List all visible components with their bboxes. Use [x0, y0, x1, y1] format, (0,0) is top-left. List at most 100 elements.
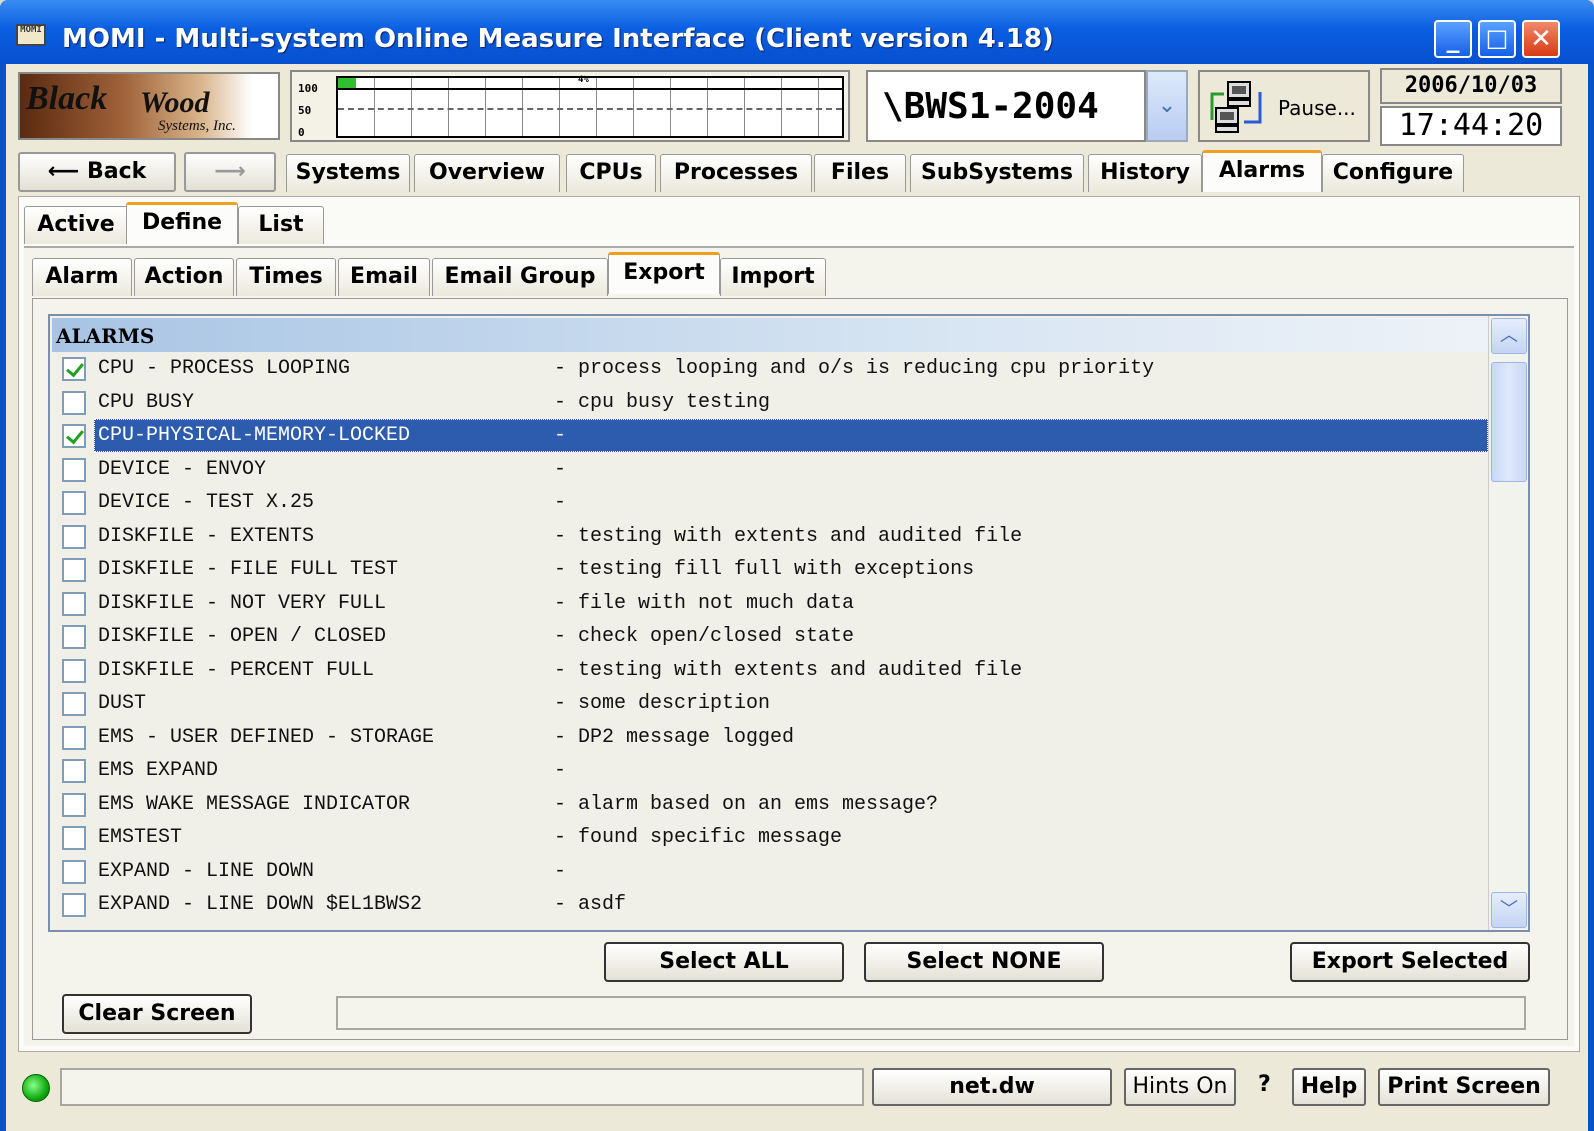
alarm-checkbox[interactable]	[62, 725, 86, 750]
alarm-checkbox[interactable]	[62, 759, 86, 783]
clear-screen-button[interactable]: Clear Screen	[62, 994, 252, 1034]
system-dropdown-button[interactable]: ⌄	[1146, 70, 1188, 142]
alarm-checkbox[interactable]	[62, 692, 86, 716]
title-bar[interactable]: MOMI MOMI - Multi-system Online Measure …	[0, 0, 1594, 64]
tab-overview[interactable]: Overview	[414, 154, 560, 192]
export-selected-button[interactable]: Export Selected	[1290, 942, 1530, 982]
tab-subsystems[interactable]: SubSystems	[910, 154, 1084, 192]
tab-list[interactable]: List	[238, 206, 324, 244]
alarm-checkbox[interactable]	[62, 792, 86, 817]
list-item[interactable]: DEVICE - ENVOY -	[52, 453, 1488, 486]
alarm-checkbox[interactable]	[62, 558, 86, 582]
tab-configure[interactable]: Configure	[1322, 154, 1464, 192]
alarm-description: - found specific message	[554, 826, 843, 849]
alarm-description: - DP2 message logged	[554, 725, 795, 749]
alarm-description: - testing fill full with exceptions	[554, 558, 975, 581]
tab-alarm[interactable]: Alarm	[32, 258, 132, 296]
alarm-description: -	[554, 859, 567, 883]
tab-import[interactable]: Import	[720, 258, 826, 296]
alarm-checkbox[interactable]	[62, 658, 86, 683]
tab-email-group[interactable]: Email Group	[432, 258, 608, 296]
tab-action[interactable]: Action	[134, 258, 234, 296]
list-item[interactable]: DEVICE - TEST X.25 -	[52, 486, 1488, 519]
list-item[interactable]: EXPAND - LINE DOWN -	[52, 855, 1488, 888]
logo-text-3: Systems, Inc.	[158, 118, 236, 134]
back-arrow-icon: ⟵	[47, 159, 80, 184]
y-label-100: 100	[298, 82, 318, 95]
tab-systems[interactable]: Systems	[286, 154, 410, 192]
list-item[interactable]: DISKFILE - PERCENT FULL - testing with ex…	[52, 654, 1488, 687]
scroll-up-button[interactable]: ︿	[1491, 318, 1527, 354]
hints-toggle[interactable]: Hints On	[1124, 1068, 1236, 1106]
system-name[interactable]: \BWS1-2004	[866, 70, 1146, 142]
message-field	[336, 996, 1526, 1030]
tab-history[interactable]: History	[1088, 154, 1202, 192]
print-screen-button[interactable]: Print Screen	[1378, 1068, 1550, 1106]
tab-cpus[interactable]: CPUs	[566, 154, 656, 192]
list-item[interactable]: EMS - USER DEFINED - STORAGE - DP2 messag…	[52, 721, 1488, 754]
tab-times[interactable]: Times	[236, 258, 336, 296]
minimize-button[interactable]: _	[1434, 20, 1472, 58]
alarm-description: - some description	[554, 692, 771, 715]
logo-text-2: Wood	[140, 86, 210, 119]
list-item[interactable]: DISKFILE - OPEN / CLOSED - check open/clo…	[52, 620, 1488, 653]
tab-active[interactable]: Active	[24, 206, 128, 244]
alarms-list[interactable]: ALARMS CPU - PROCESS LOOPING - process lo…	[48, 314, 1530, 932]
list-item[interactable]: DISKFILE - FILE FULL TEST - testing fill …	[52, 553, 1488, 586]
alarm-checkbox[interactable]	[62, 826, 86, 850]
list-item[interactable]: DISKFILE - NOT VERY FULL - file with not …	[52, 587, 1488, 620]
alarm-checkbox[interactable]	[62, 625, 86, 649]
list-item[interactable]: CPU BUSY - cpu busy testing	[52, 386, 1488, 419]
select-none-button[interactable]: Select NONE	[864, 942, 1104, 982]
list-item[interactable]: DUST - some description	[52, 687, 1488, 720]
server-button[interactable]: net.dw	[872, 1068, 1112, 1106]
alarm-name: EXPAND - LINE DOWN $EL1BWS2	[98, 893, 423, 916]
alarm-name: DISKFILE - EXTENTS	[98, 524, 315, 548]
select-all-button[interactable]: Select ALL	[604, 942, 844, 982]
list-item[interactable]: EXPAND - LINE DOWN $EL1BWS2 - asdf	[52, 888, 1488, 921]
pause-button[interactable]: Pause...	[1198, 70, 1370, 142]
chevron-down-icon: ﹀	[1500, 899, 1518, 920]
list-item[interactable]: CPU-PHYSICAL-MEMORY-LOCKED -	[52, 419, 1488, 452]
alarm-checkbox[interactable]	[62, 424, 86, 448]
list-item[interactable]: CPU - PROCESS LOOPING - process looping a…	[52, 352, 1488, 385]
company-logo: Black Wood Systems, Inc.	[18, 72, 280, 140]
alarm-name: CPU - PROCESS LOOPING	[98, 357, 351, 380]
back-label: Back	[86, 159, 147, 184]
maximize-button[interactable]: □	[1478, 20, 1516, 58]
scroll-thumb[interactable]	[1491, 362, 1527, 482]
tab-alarms[interactable]: Alarms	[1202, 150, 1322, 192]
list-item[interactable]: EMSTEST - found specific message	[52, 821, 1488, 854]
list-item[interactable]: DISKFILE - EXTENTS - testing with extents…	[52, 520, 1488, 553]
scroll-down-button[interactable]: ﹀	[1491, 892, 1527, 928]
tab-email[interactable]: Email	[338, 258, 430, 296]
alarm-checkbox[interactable]	[62, 457, 86, 482]
alarm-checkbox[interactable]	[62, 357, 86, 381]
help-button[interactable]: Help	[1292, 1068, 1366, 1106]
alarm-name: DISKFILE - NOT VERY FULL	[98, 591, 387, 615]
minimize-icon: _	[1446, 24, 1460, 54]
chevron-up-icon: ︿	[1500, 325, 1518, 346]
y-label-0: 0	[298, 126, 305, 139]
alarm-name: EMS WAKE MESSAGE INDICATOR	[98, 792, 411, 816]
alarm-checkbox[interactable]	[62, 390, 86, 415]
tab-define[interactable]: Define	[126, 202, 238, 244]
alarm-name: DISKFILE - PERCENT FULL	[98, 658, 375, 682]
vertical-scrollbar[interactable]: ︿ ﹀	[1488, 316, 1528, 930]
alarm-checkbox[interactable]	[62, 491, 86, 515]
alarm-checkbox[interactable]	[62, 591, 86, 616]
tab-processes[interactable]: Processes	[660, 154, 812, 192]
tab-files[interactable]: Files	[814, 154, 906, 192]
forward-button[interactable]: ⟶	[184, 152, 276, 192]
close-button[interactable]: ✕	[1522, 20, 1560, 58]
tab-export[interactable]: Export	[608, 252, 720, 294]
alarm-name: EMSTEST	[98, 826, 183, 849]
list-item[interactable]: EMS EXPAND -	[52, 754, 1488, 787]
back-button[interactable]: ⟵ Back	[18, 152, 176, 192]
alarm-checkbox[interactable]	[62, 859, 86, 884]
list-item[interactable]: EMS WAKE MESSAGE INDICATOR - alarm based …	[52, 788, 1488, 821]
alarm-description: - process looping and o/s is reducing cp…	[554, 357, 1155, 380]
close-icon: ✕	[1530, 24, 1552, 54]
alarm-checkbox[interactable]	[62, 893, 86, 917]
alarm-checkbox[interactable]	[62, 524, 86, 549]
